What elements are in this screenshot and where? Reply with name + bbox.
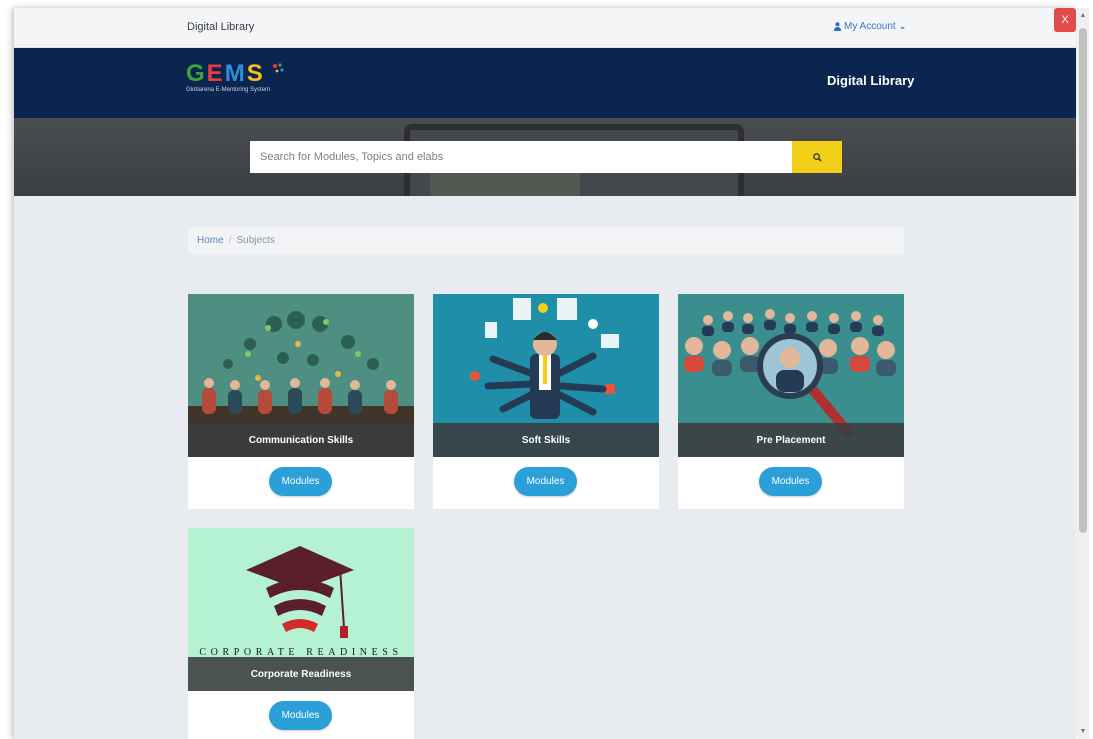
logo-letter-g: G <box>186 60 207 87</box>
search-input[interactable] <box>250 141 792 173</box>
scrollbar-thumb[interactable] <box>1079 28 1087 533</box>
search-icon <box>812 152 822 162</box>
search-bar <box>250 141 842 173</box>
subject-card-corporate-readiness[interactable]: CORPORATE READINESS Corporate Readiness … <box>188 528 414 739</box>
breadcrumb: Home / Subjects <box>188 227 904 254</box>
card-title: Soft Skills <box>433 423 659 457</box>
modules-button[interactable]: Modules <box>269 467 332 496</box>
top-bar: Digital Library My Account ⌄ <box>14 8 1076 48</box>
logo-letters: GEMS <box>186 62 285 86</box>
modules-button[interactable]: Modules <box>514 467 577 496</box>
my-account-label: My Account <box>844 21 896 32</box>
close-button[interactable]: X <box>1054 8 1076 32</box>
modules-button[interactable]: Modules <box>269 701 332 730</box>
logo-sparkle-icon <box>273 63 284 73</box>
search-button[interactable] <box>792 141 842 173</box>
logo-letter-e: E <box>206 60 225 87</box>
top-bar-brand[interactable]: Digital Library <box>187 21 254 33</box>
modules-button[interactable]: Modules <box>759 467 822 496</box>
page-viewport: Digital Library My Account ⌄ GEMS Globar… <box>14 8 1076 739</box>
card-title: Communication Skills <box>188 423 414 457</box>
logo-letter-m: M <box>224 60 247 87</box>
card-title: Corporate Readiness <box>188 657 414 691</box>
chevron-down-icon: ⌄ <box>898 21 907 31</box>
search-banner <box>14 118 1076 196</box>
site-header: GEMS Globarena E-Mentoring System Digita… <box>14 48 1076 118</box>
subject-card-communication-skills[interactable]: Communication Skills Modules <box>188 294 414 509</box>
breadcrumb-home[interactable]: Home <box>197 235 224 246</box>
gems-logo[interactable]: GEMS Globarena E-Mentoring System <box>186 62 285 93</box>
scroll-up-arrow-icon[interactable]: ▲ <box>1079 12 1087 19</box>
subject-card-pre-placement[interactable]: Pre Placement Modules <box>678 294 904 509</box>
scroll-down-arrow-icon[interactable]: ▼ <box>1079 728 1087 735</box>
subject-card-soft-skills[interactable]: Soft Skills Modules <box>433 294 659 509</box>
logo-tagline: Globarena E-Mentoring System <box>186 87 271 93</box>
breadcrumb-current: Subjects <box>236 235 275 246</box>
vertical-scrollbar[interactable]: ▲ ▼ <box>1077 8 1089 739</box>
my-account-menu[interactable]: My Account ⌄ <box>834 21 906 32</box>
header-title: Digital Library <box>827 73 915 88</box>
breadcrumb-separator: / <box>228 235 232 246</box>
logo-letter-s: S <box>246 60 265 87</box>
card-title: Pre Placement <box>678 423 904 457</box>
user-icon <box>834 22 841 31</box>
